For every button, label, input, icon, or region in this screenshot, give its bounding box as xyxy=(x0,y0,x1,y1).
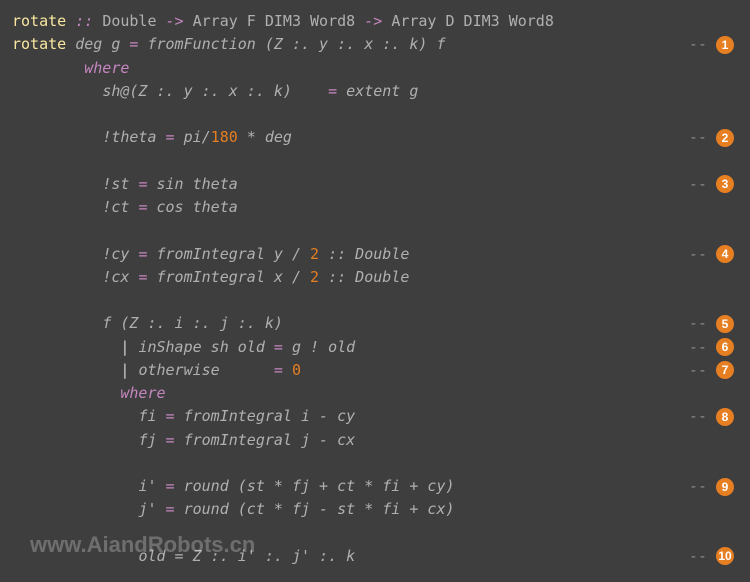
blank-line xyxy=(12,150,738,173)
code-line-def: rotate deg g = fromFunction (Z :. y :. x… xyxy=(12,33,738,56)
annotation-1: -- 1 xyxy=(689,33,734,56)
badge-icon: 5 xyxy=(716,315,734,333)
code-line-fhead: f (Z :. i :. j :. k)-- 5 xyxy=(12,312,738,335)
annotation-7: -- 7 xyxy=(689,359,734,382)
annotation-8: -- 8 xyxy=(689,405,734,428)
badge-icon: 1 xyxy=(716,36,734,54)
code-line-ct: !ct = cos theta xyxy=(12,196,738,219)
code-line-where: where xyxy=(12,57,738,80)
code-line-where2: where xyxy=(12,382,738,405)
code-line-fj: fj = fromIntegral j - cx xyxy=(12,429,738,452)
annotation-6: -- 6 xyxy=(689,336,734,359)
blank-line xyxy=(12,103,738,126)
badge-icon: 9 xyxy=(716,478,734,496)
code-line-theta: !theta = pi/180 * deg-- 2 xyxy=(12,126,738,149)
fn-name: rotate xyxy=(12,12,66,30)
annotation-9: -- 9 xyxy=(689,475,734,498)
annotation-4: -- 4 xyxy=(689,243,734,266)
badge-icon: 4 xyxy=(716,245,734,263)
annotation-5: -- 5 xyxy=(689,312,734,335)
code-line-jp: j' = round (ct * fj - st * fi + cx) xyxy=(12,498,738,521)
code-line-cy: !cy = fromIntegral y / 2 :: Double-- 4 xyxy=(12,243,738,266)
badge-icon: 3 xyxy=(716,175,734,193)
blank-line xyxy=(12,219,738,242)
code-line-signature: rotate :: Double -> Array F DIM3 Word8 -… xyxy=(12,10,738,33)
badge-icon: 7 xyxy=(716,361,734,379)
code-line-guard2: | otherwise = 0-- 7 xyxy=(12,359,738,382)
code-line-st: !st = sin theta-- 3 xyxy=(12,173,738,196)
code-line-sh: sh@(Z :. y :. x :. k) = extent g xyxy=(12,80,738,103)
badge-icon: 10 xyxy=(716,547,734,565)
blank-line xyxy=(12,452,738,475)
badge-icon: 6 xyxy=(716,338,734,356)
badge-icon: 2 xyxy=(716,129,734,147)
code-line-cx: !cx = fromIntegral x / 2 :: Double xyxy=(12,266,738,289)
annotation-2: -- 2 xyxy=(689,126,734,149)
annotation-3: -- 3 xyxy=(689,173,734,196)
code-line-ip: i' = round (st * fj + ct * fi + cy)-- 9 xyxy=(12,475,738,498)
blank-line xyxy=(12,289,738,312)
code-line-guard1: | inShape sh old = g ! old-- 6 xyxy=(12,336,738,359)
code-line-fi: fi = fromIntegral i - cy-- 8 xyxy=(12,405,738,428)
code-line-old: old = Z :. i' :. j' :. k-- 10 xyxy=(12,545,738,568)
annotation-10: -- 10 xyxy=(689,545,734,568)
blank-line xyxy=(12,522,738,545)
badge-icon: 8 xyxy=(716,408,734,426)
